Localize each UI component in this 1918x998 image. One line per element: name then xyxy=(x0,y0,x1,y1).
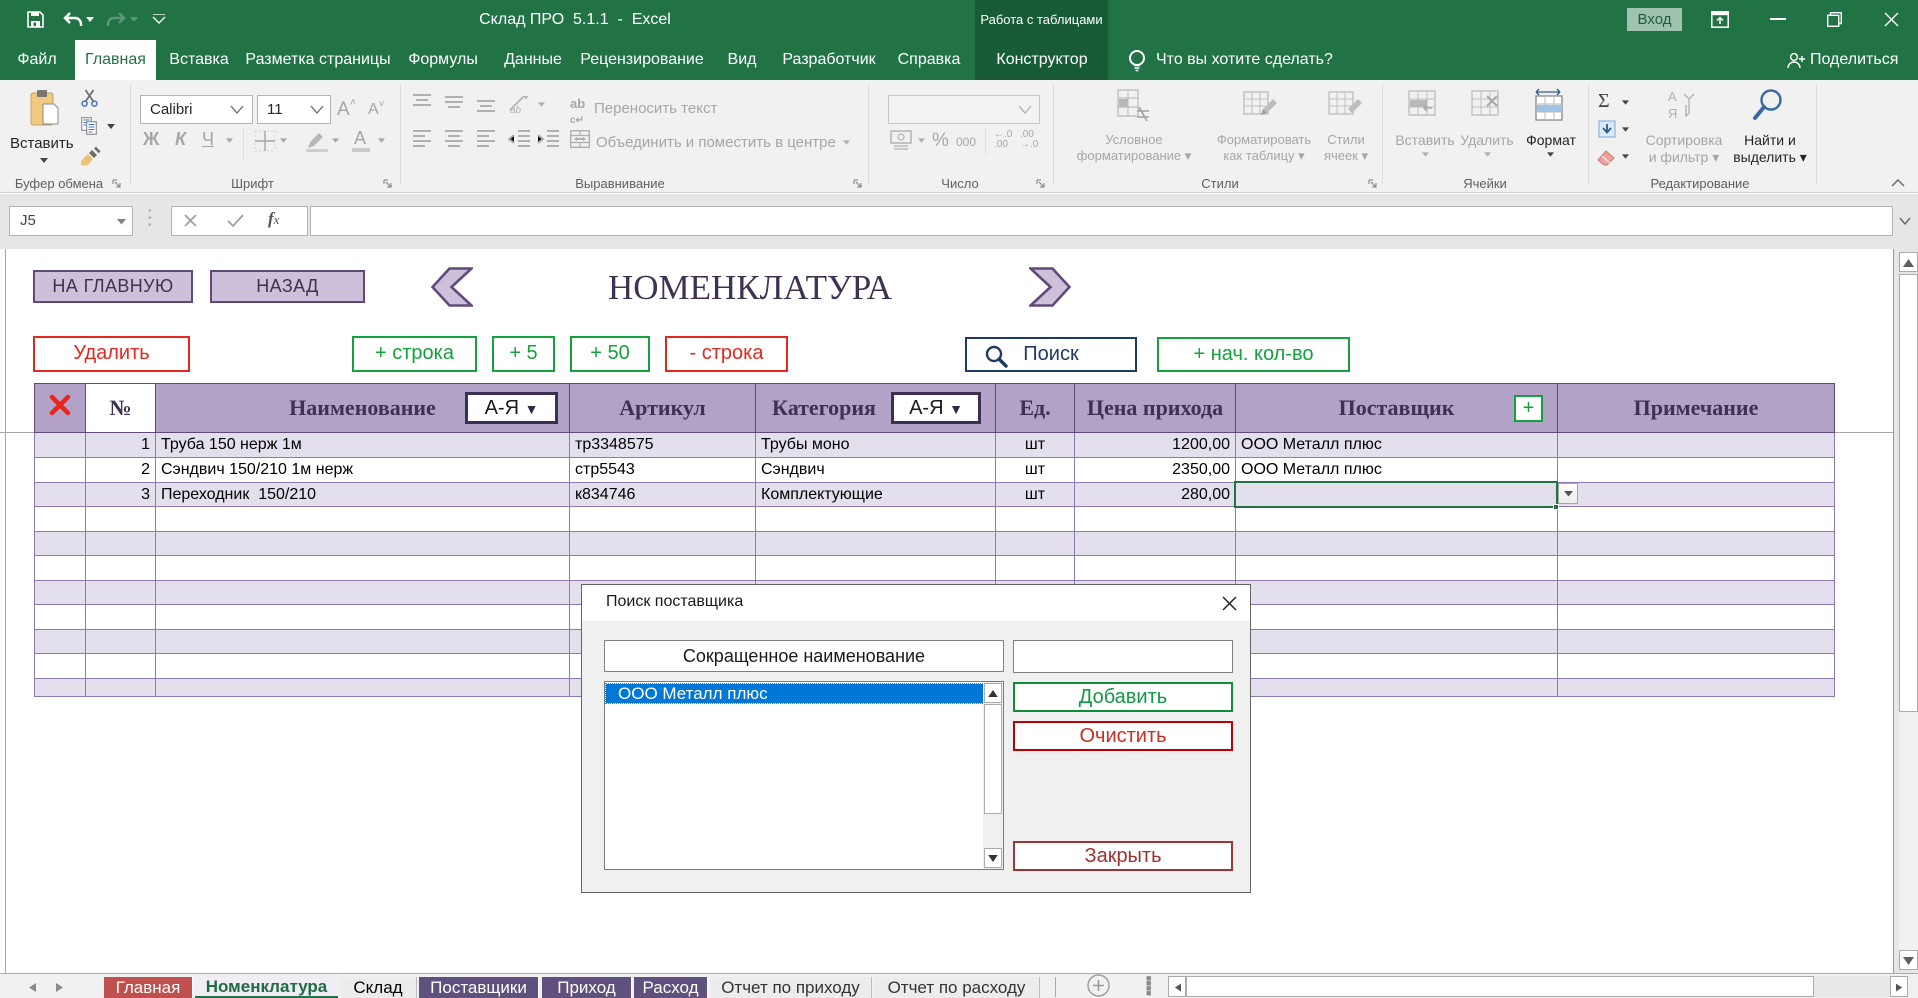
svg-text:А: А xyxy=(1668,89,1677,104)
svg-text:ab: ab xyxy=(510,105,522,114)
svg-text:Я: Я xyxy=(1668,106,1677,121)
